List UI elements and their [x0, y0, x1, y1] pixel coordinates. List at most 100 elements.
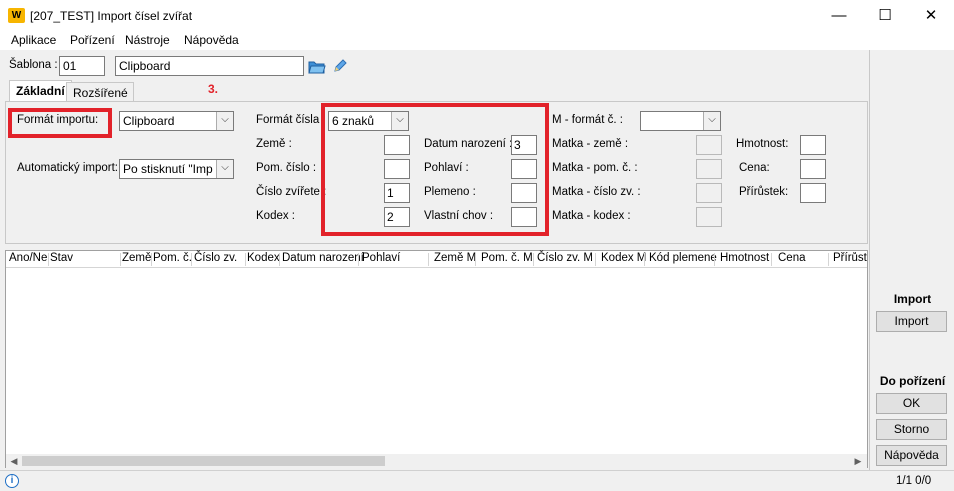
column-separator[interactable] [151, 253, 152, 266]
column-separator[interactable] [48, 253, 49, 266]
title-bar: W [207_TEST] Import čísel zvířat — ☐ ✕ [0, 0, 954, 31]
menu-nastroje[interactable]: Nástroje [125, 33, 170, 47]
hmotnost-field[interactable] [800, 135, 826, 155]
column-header[interactable]: Číslo zv. [194, 252, 237, 264]
import-button[interactable]: Import [876, 311, 947, 332]
column-header[interactable]: Pom. č. M [481, 252, 533, 264]
close-button[interactable]: ✕ [908, 0, 954, 31]
cena-field[interactable] [800, 159, 826, 179]
column-header[interactable]: Cena [778, 252, 806, 264]
chevron-down-icon: ⌵ [391, 112, 408, 130]
vlastni-chov-label: Vlastní chov : [424, 210, 494, 222]
data-grid[interactable]: Ano/Ne Stav Země Pom. č. Číslo zv. Kodex… [5, 250, 868, 468]
napoveda-button[interactable]: Nápověda [876, 445, 947, 466]
chevron-down-icon: ⌵ [216, 160, 233, 178]
vlastni-chov-field[interactable] [511, 207, 537, 227]
zeme-field[interactable] [384, 135, 410, 155]
datum-narozeni-field[interactable]: 3 [511, 135, 537, 155]
scrollbar-thumb[interactable] [22, 456, 385, 466]
pom-cislo-label: Pom. číslo : [256, 162, 317, 174]
horizontal-scrollbar[interactable]: ◀ ▶ [6, 454, 867, 468]
chevron-down-icon: ⌵ [703, 112, 720, 130]
info-icon[interactable]: i [5, 474, 19, 488]
column-header[interactable]: Přírůstek [833, 252, 867, 264]
auto-import-select[interactable]: Po stisknutí "Imp ⌵ [119, 159, 234, 179]
column-separator[interactable] [714, 253, 715, 266]
menu-aplikace[interactable]: Aplikace [11, 33, 56, 47]
datum-narozeni-label: Datum narození : [424, 138, 513, 150]
menu-napoveda[interactable]: Nápověda [184, 33, 239, 47]
matka-zeme-field [696, 135, 722, 155]
format-cisla-value: 6 znaků [332, 114, 375, 128]
column-separator[interactable] [771, 253, 772, 266]
storno-button[interactable]: Storno [876, 419, 947, 440]
import-section-title: Import [893, 292, 932, 306]
pom-cislo-field[interactable] [384, 159, 410, 179]
format-import-label: Formát importu: [17, 114, 99, 126]
column-separator[interactable] [475, 253, 476, 266]
column-header[interactable]: Pom. č. [153, 252, 192, 264]
m-format-select[interactable]: ⌵ [640, 111, 721, 131]
zeme-label: Země : [256, 138, 292, 150]
column-header[interactable]: Kodex [247, 252, 280, 264]
do-porizeni-title: Do pořízení [879, 374, 946, 388]
column-header[interactable]: Datum narození [282, 252, 364, 264]
cislo-zvirete-field[interactable]: 1 [384, 183, 410, 203]
template-name-field[interactable]: Clipboard [115, 56, 304, 76]
format-cisla-select[interactable]: 6 znaků ⌵ [328, 111, 409, 131]
scroll-left-icon[interactable]: ◀ [8, 454, 20, 468]
column-separator[interactable] [428, 253, 429, 266]
kodex-field[interactable]: 2 [384, 207, 410, 227]
chevron-down-icon: ⌵ [216, 112, 233, 130]
matka-pom-field [696, 159, 722, 179]
column-header[interactable]: Země [122, 252, 151, 264]
matka-pom-label: Matka - pom. č. : [552, 162, 638, 174]
column-header[interactable]: Stav [50, 252, 73, 264]
pohlavi-field[interactable] [511, 159, 537, 179]
plemeno-label: Plemeno : [424, 186, 476, 198]
column-separator[interactable] [828, 253, 829, 266]
matka-cislo-field [696, 183, 722, 203]
plemeno-field[interactable] [511, 183, 537, 203]
minimize-button[interactable]: — [816, 0, 862, 31]
column-header[interactable]: Kód plemene [649, 252, 717, 264]
step-annotation: 3. [208, 82, 219, 96]
column-header[interactable]: Země M [434, 252, 476, 264]
column-separator[interactable] [644, 253, 645, 266]
column-separator[interactable] [533, 253, 534, 266]
grid-header: Ano/Ne Stav Země Pom. č. Číslo zv. Kodex… [6, 251, 867, 268]
tab-zakladni[interactable]: Základní [9, 80, 72, 103]
format-import-select[interactable]: Clipboard ⌵ [119, 111, 234, 131]
template-label: Šablona : [9, 59, 58, 71]
format-cisla-label: Formát čísla : [256, 114, 326, 126]
column-header[interactable]: Číslo zv. M [537, 252, 593, 264]
cena-label: Cena: [739, 162, 770, 174]
maximize-button[interactable]: ☐ [862, 0, 908, 31]
column-header[interactable]: Ano/Ne [9, 252, 47, 264]
open-folder-icon[interactable] [308, 57, 326, 75]
column-separator[interactable] [191, 253, 192, 266]
action-panel: Import Import Do pořízení OK Storno Nápo… [869, 50, 954, 470]
column-separator[interactable] [358, 253, 359, 266]
scroll-right-icon[interactable]: ▶ [852, 454, 864, 468]
column-separator[interactable] [595, 253, 596, 266]
prirustek-field[interactable] [800, 183, 826, 203]
column-separator[interactable] [279, 253, 280, 266]
column-header[interactable]: Pohlaví [362, 252, 400, 264]
format-import-value: Clipboard [123, 114, 175, 128]
edit-pencil-icon[interactable] [332, 58, 348, 74]
ok-button[interactable]: OK [876, 393, 947, 414]
column-header[interactable]: Kodex M [601, 252, 646, 264]
pohlavi-label: Pohlaví : [424, 162, 469, 174]
matka-zeme-label: Matka - země : [552, 138, 629, 150]
column-separator[interactable] [245, 253, 246, 266]
column-separator[interactable] [120, 253, 121, 266]
pager-status: 1/1 0/0 [896, 475, 932, 487]
template-code-field[interactable]: 01 [59, 56, 105, 76]
matka-kodex-label: Matka - kodex : [552, 210, 631, 222]
column-header[interactable]: Hmotnost [720, 252, 769, 264]
kodex-label: Kodex : [256, 210, 295, 222]
matka-cislo-label: Matka - číslo zv. : [552, 186, 641, 198]
menu-porizeni[interactable]: Pořízení [70, 33, 115, 47]
window-title: [207_TEST] Import čísel zvířat [30, 9, 193, 23]
